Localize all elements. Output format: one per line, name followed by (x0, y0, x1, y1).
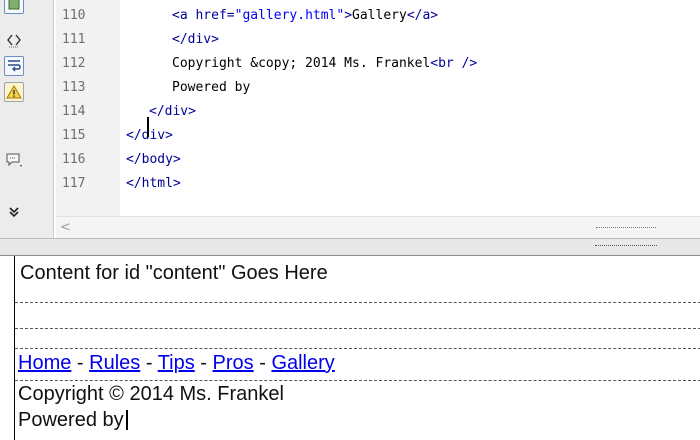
design-canvas[interactable]: Content for id "content" Goes Here Home … (14, 256, 700, 440)
code-line-111[interactable]: </div> (172, 28, 219, 52)
nav-separator: - (140, 352, 158, 374)
code-line-112[interactable]: Copyright &copy; 2014 Ms. Frankel<br /> (172, 52, 477, 76)
code-line-117[interactable]: </html> (126, 172, 181, 196)
powered-by-text: Powered by (18, 409, 124, 431)
copyright-text: Copyright © 2014 Ms. Frankel (18, 383, 284, 405)
divider-grip[interactable] (595, 245, 657, 246)
code-navigation-icon[interactable] (4, 30, 24, 50)
split-view-divider[interactable] (0, 238, 700, 256)
design-view[interactable]: Content for id "content" Goes Here Home … (0, 256, 700, 440)
horizontal-scrollbar[interactable]: < (56, 216, 700, 238)
code-line-114[interactable]: </div> (149, 100, 196, 124)
text-cursor (125, 410, 128, 430)
nav-link-home[interactable]: Home (18, 352, 71, 374)
code-token: href= (187, 8, 235, 23)
code-token: <br /> (430, 56, 478, 71)
nav-link-pros[interactable]: Pros (213, 352, 254, 374)
line-number-gutter: 110 111 112 113 114 115 116 117 (56, 0, 120, 238)
scrollbar-grip[interactable] (596, 227, 656, 228)
code-token: Powered by (172, 80, 251, 95)
content-placeholder[interactable]: Content for id "content" Goes Here (20, 262, 328, 285)
scroll-left-arrow[interactable]: < (60, 219, 71, 237)
coding-toolbar (0, 0, 54, 238)
line-number: 110 (62, 8, 86, 23)
nav-separator: - (253, 352, 272, 374)
code-line-116[interactable]: </body> (126, 148, 181, 172)
syntax-warning-icon[interactable] (4, 82, 24, 102)
nav-link-tips[interactable]: Tips (158, 352, 195, 374)
powered-by-line[interactable]: Powered by (18, 409, 128, 432)
code-view: 110 111 112 113 114 115 116 117 <a href=… (0, 0, 700, 238)
nav-separator: - (194, 352, 213, 374)
line-number: 113 (62, 80, 86, 95)
line-number: 117 (62, 176, 86, 191)
code-token: "gallery.html" (234, 8, 345, 23)
code-token: </div> (172, 32, 219, 47)
comment-icon[interactable] (4, 150, 24, 170)
div-outline (15, 328, 700, 329)
code-token: </body> (126, 152, 181, 167)
code-token: <a (172, 8, 188, 23)
nav-link-gallery[interactable]: Gallery (271, 352, 334, 374)
code-token: </a> (406, 8, 439, 23)
code-token: Copyright &copy; 2014 Ms. Frankel (172, 56, 431, 71)
nav-link-rules[interactable]: Rules (89, 352, 140, 374)
line-number: 111 (62, 32, 86, 47)
nav-links: Home - Rules - Tips - Pros - Gallery (18, 352, 335, 375)
code-token: </div> (126, 128, 173, 143)
code-token: </div> (149, 104, 196, 119)
format-icon[interactable] (4, 0, 24, 14)
div-outline (15, 380, 700, 381)
line-number: 115 (62, 128, 86, 143)
code-line-113[interactable]: Powered by (172, 76, 250, 100)
text-cursor (147, 117, 149, 137)
code-token: </html> (126, 176, 181, 191)
div-outline (15, 348, 700, 349)
code-token: Gallery (352, 8, 407, 23)
line-number: 112 (62, 56, 86, 71)
line-number: 116 (62, 152, 86, 167)
code-token: > (344, 8, 353, 23)
div-outline (15, 302, 700, 303)
code-line-115[interactable]: </div> (126, 124, 173, 148)
code-line-110[interactable]: <a href="gallery.html">Gallery</a> (172, 4, 438, 28)
more-options-icon[interactable] (4, 202, 24, 222)
code-editor[interactable]: <a href="gallery.html">Gallery</a> </div… (120, 0, 700, 216)
line-number: 114 (62, 104, 86, 119)
word-wrap-icon[interactable] (4, 56, 24, 76)
nav-separator: - (71, 352, 90, 374)
